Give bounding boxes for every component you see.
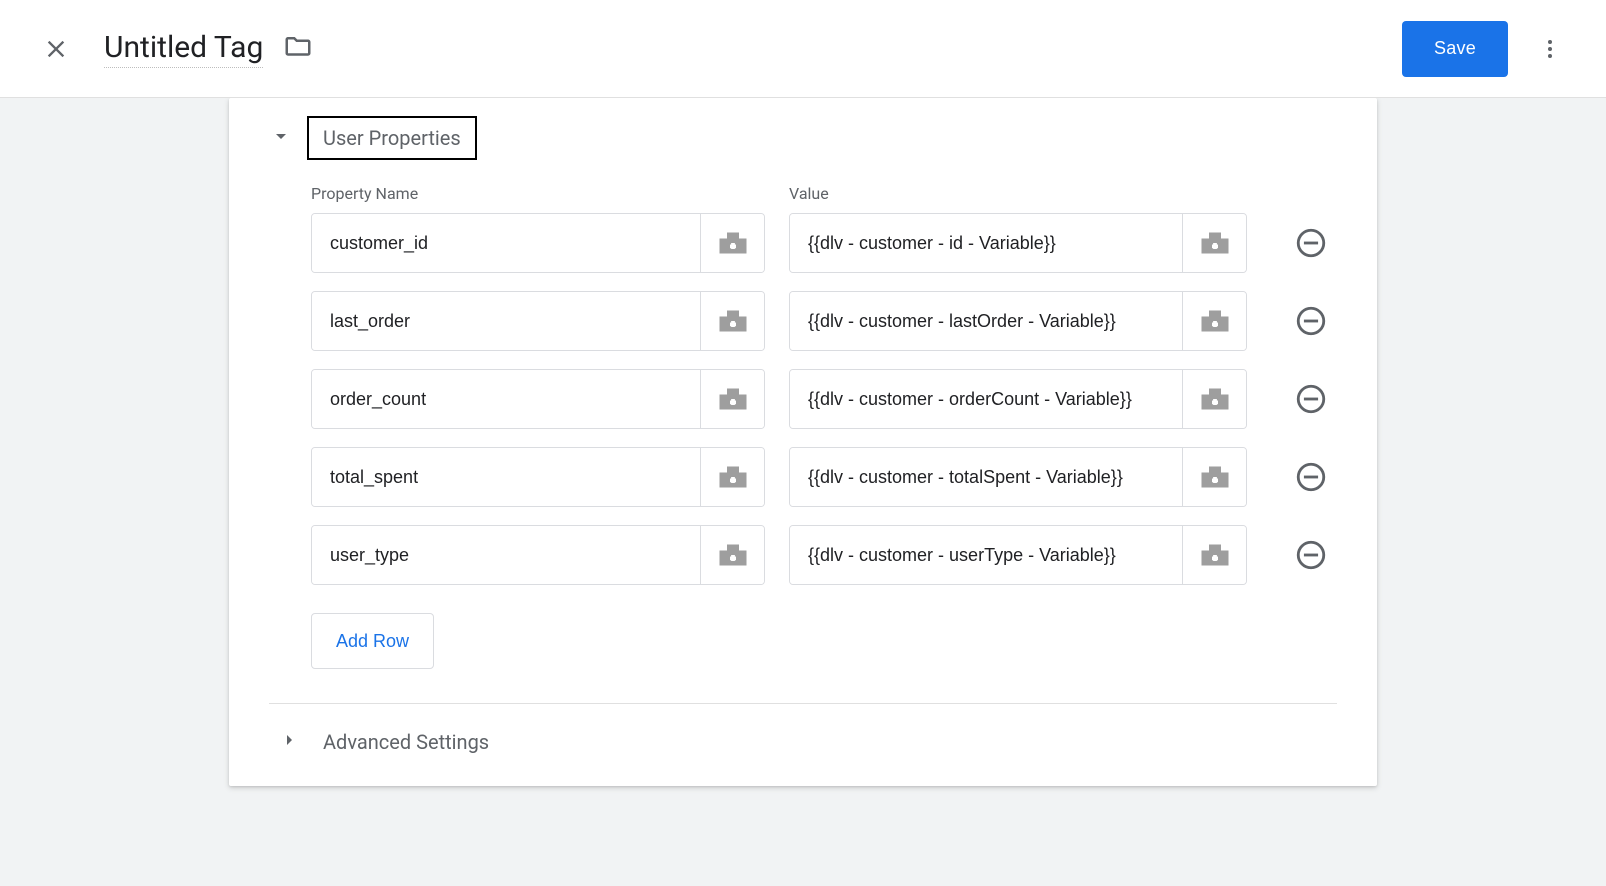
property-row [311, 213, 1337, 273]
property-name-field-wrap [311, 291, 765, 351]
save-button[interactable]: Save [1402, 21, 1508, 77]
variable-picker-button[interactable] [700, 448, 764, 506]
property-value-field-wrap [789, 369, 1247, 429]
remove-row-button[interactable] [1287, 453, 1335, 501]
topbar: Untitled Tag Save [0, 0, 1606, 98]
variable-brick-icon [1197, 381, 1233, 417]
column-header-value: Value [789, 184, 829, 203]
remove-row-button[interactable] [1287, 219, 1335, 267]
remove-circle-icon [1294, 304, 1328, 338]
property-row [311, 291, 1337, 351]
columns-header: Property Name Value [311, 184, 1337, 203]
property-row [311, 525, 1337, 585]
variable-brick-icon [1197, 225, 1233, 261]
rows-container [311, 213, 1337, 585]
variable-brick-icon [1197, 537, 1233, 573]
property-name-input[interactable] [312, 448, 700, 506]
more-vert-icon [1538, 37, 1562, 61]
remove-circle-icon [1294, 382, 1328, 416]
variable-brick-icon [715, 381, 751, 417]
close-button[interactable] [32, 25, 80, 73]
property-value-input[interactable] [790, 526, 1182, 584]
section-user-properties: User Properties Property Name Value [229, 116, 1377, 669]
property-value-field-wrap [789, 291, 1247, 351]
tag-title[interactable]: Untitled Tag [104, 30, 263, 68]
remove-circle-icon [1294, 538, 1328, 572]
variable-picker-button[interactable] [700, 370, 764, 428]
variable-brick-icon [715, 459, 751, 495]
variable-picker-button[interactable] [1182, 448, 1246, 506]
property-name-input[interactable] [312, 214, 700, 272]
variable-brick-icon [715, 303, 751, 339]
folder-button[interactable] [283, 32, 313, 66]
property-name-field-wrap [311, 213, 765, 273]
variable-picker-button[interactable] [1182, 370, 1246, 428]
variable-picker-button[interactable] [1182, 292, 1246, 350]
remove-row-button[interactable] [1287, 531, 1335, 579]
property-value-input[interactable] [790, 370, 1182, 428]
remove-circle-icon [1294, 226, 1328, 260]
property-row [311, 369, 1337, 429]
remove-row-button[interactable] [1287, 297, 1335, 345]
title-wrap: Untitled Tag [104, 30, 313, 68]
variable-brick-icon [715, 225, 751, 261]
variable-picker-button[interactable] [700, 214, 764, 272]
variable-brick-icon [1197, 459, 1233, 495]
variable-picker-button[interactable] [700, 292, 764, 350]
remove-circle-icon [1294, 460, 1328, 494]
section-header-advanced-settings[interactable]: Advanced Settings [229, 704, 1377, 756]
property-value-field-wrap [789, 447, 1247, 507]
property-name-input[interactable] [312, 370, 700, 428]
property-value-input[interactable] [790, 214, 1182, 272]
variable-picker-button[interactable] [1182, 526, 1246, 584]
variable-brick-icon [715, 537, 751, 573]
topbar-right: Save [1402, 21, 1574, 77]
column-header-property-name: Property Name [311, 184, 789, 203]
property-name-field-wrap [311, 369, 765, 429]
property-name-field-wrap [311, 525, 765, 585]
property-value-field-wrap [789, 525, 1247, 585]
close-icon [42, 35, 70, 63]
tag-config-card: User Properties Property Name Value [229, 98, 1377, 786]
section-header-user-properties[interactable]: User Properties [269, 116, 1337, 160]
property-name-input[interactable] [312, 292, 700, 350]
add-row-button[interactable]: Add Row [311, 613, 434, 669]
section-title: User Properties [307, 116, 477, 160]
advanced-settings-label: Advanced Settings [323, 730, 489, 754]
folder-icon [283, 32, 313, 62]
property-value-field-wrap [789, 213, 1247, 273]
property-name-field-wrap [311, 447, 765, 507]
variable-brick-icon [1197, 303, 1233, 339]
property-value-input[interactable] [790, 292, 1182, 350]
overflow-menu-button[interactable] [1526, 25, 1574, 73]
property-row [311, 447, 1337, 507]
property-name-input[interactable] [312, 526, 700, 584]
variable-picker-button[interactable] [700, 526, 764, 584]
chevron-down-icon [269, 124, 293, 152]
property-value-input[interactable] [790, 448, 1182, 506]
variable-picker-button[interactable] [1182, 214, 1246, 272]
chevron-right-icon [277, 728, 301, 756]
remove-row-button[interactable] [1287, 375, 1335, 423]
